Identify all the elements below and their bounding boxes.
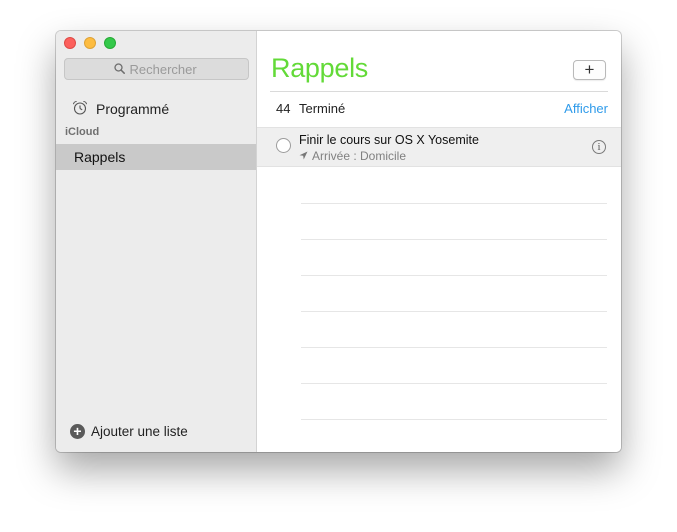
location-arrow-icon [299, 149, 312, 163]
list-title: Rappels [271, 53, 368, 83]
close-window-button[interactable] [64, 37, 76, 49]
reminder-subtitle: Arrivée : Domicile [299, 149, 406, 163]
empty-row-divider [301, 275, 607, 276]
sidebar-item-rappels-label: Rappels [74, 149, 126, 165]
search-input[interactable] [129, 61, 200, 77]
main-pane: Rappels + 44 Terminé Afficher Finir le c… [257, 31, 621, 452]
completed-count: 44 [276, 101, 291, 116]
completed-row: 44 Terminé Afficher [257, 96, 621, 122]
reminders-window: Programmé iCloud Rappels + Ajouter une l… [56, 31, 621, 452]
reminder-checkbox[interactable] [276, 138, 291, 153]
add-list-label: Ajouter une liste [91, 424, 188, 439]
plus-circle-icon: + [70, 424, 85, 439]
search-icon [113, 62, 130, 77]
empty-row-divider [301, 383, 607, 384]
sidebar-item-rappels[interactable]: Rappels [56, 144, 256, 170]
title-divider [270, 91, 608, 92]
sidebar-section-icloud: iCloud [65, 126, 100, 138]
empty-row-divider [301, 203, 607, 204]
empty-row-divider [301, 419, 607, 420]
empty-row-divider [301, 239, 607, 240]
completed-label: Terminé [299, 101, 346, 116]
reminder-item[interactable]: Finir le cours sur OS X Yosemite Arrivée… [257, 127, 621, 167]
reminder-title[interactable]: Finir le cours sur OS X Yosemite [299, 133, 479, 147]
empty-row-divider [301, 347, 607, 348]
sidebar: Programmé iCloud Rappels + Ajouter une l… [56, 31, 257, 452]
alarm-clock-icon [72, 100, 96, 118]
zoom-window-button[interactable] [104, 37, 116, 49]
add-list-button[interactable]: + Ajouter une liste [70, 424, 188, 439]
minimize-window-button[interactable] [84, 37, 96, 49]
search-field[interactable] [64, 58, 249, 80]
sidebar-item-scheduled[interactable]: Programmé [72, 100, 169, 118]
sidebar-item-scheduled-label: Programmé [96, 101, 170, 117]
empty-row-divider [301, 311, 607, 312]
info-icon[interactable]: i [592, 140, 606, 154]
show-completed-link[interactable]: Afficher [564, 101, 608, 116]
add-reminder-button[interactable]: + [573, 60, 606, 80]
reminder-location-label: Arrivée : Domicile [312, 149, 407, 163]
